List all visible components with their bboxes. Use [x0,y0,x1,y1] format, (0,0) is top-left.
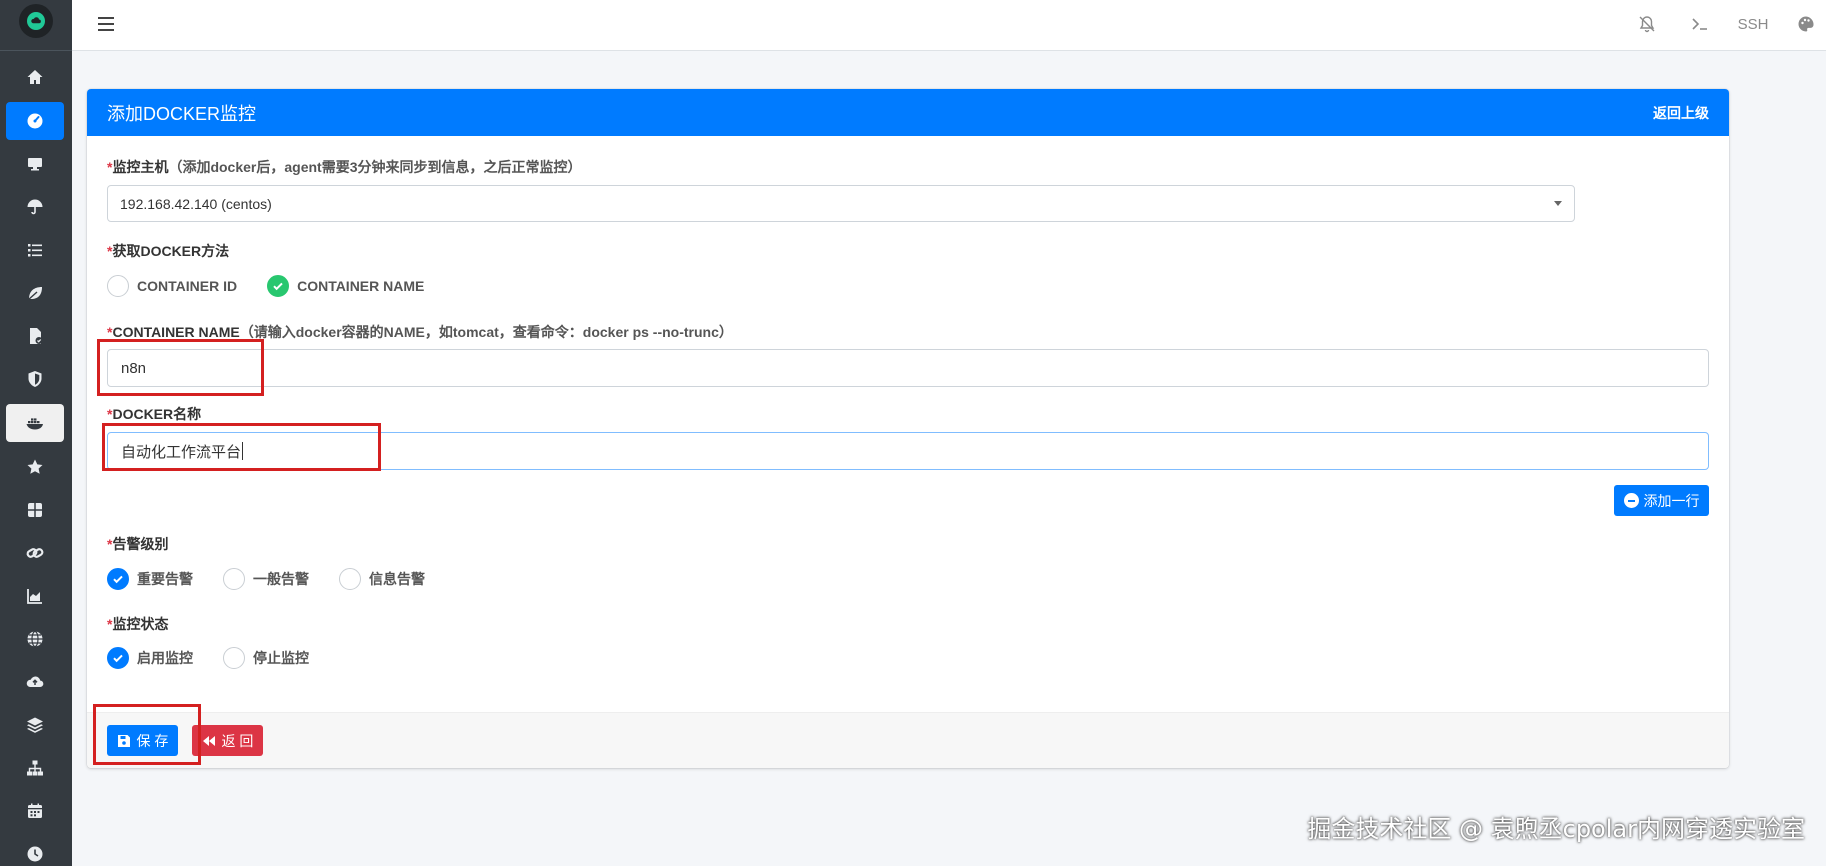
alert-level-radio-group: 重要告警 一般告警 信息告警 [107,568,455,590]
cloud-logo-icon[interactable] [19,4,53,38]
radio-info-alert[interactable]: 信息告警 [339,568,425,590]
method-label: *获取DOCKER方法 [107,243,230,259]
back-button[interactable]: 返 回 [192,725,263,756]
annotation-box-container-name [97,339,264,396]
monitor-status-label: *监控状态 [107,616,169,632]
check-icon [267,275,290,297]
terminal-icon[interactable] [1688,12,1712,36]
add-docker-card: 添加DOCKER监控 返回上级 *监控主机（添加docker后，agent需要3… [87,89,1729,768]
host-label: *监控主机（添加docker后，agent需要3分钟来同步到信息，之后正常监控） [107,159,582,175]
docker-icon [26,418,43,430]
file-check-icon [30,328,43,344]
card-title: 添加DOCKER监控 [107,103,257,124]
backward-icon [202,735,215,746]
topbar: SSH [72,0,1826,51]
sidebar-item-apps[interactable] [6,491,64,529]
radio-circle [339,568,361,590]
alert-level-label: *告警级别 [107,536,169,552]
dashboard-icon [27,113,43,129]
globe-icon [27,630,43,648]
sidebar-item-calendar[interactable] [6,792,64,830]
container-name-input[interactable]: n8n [107,349,1709,387]
ssh-link[interactable]: SSH [1736,12,1770,36]
annotation-box-save [93,704,201,765]
palette-icon[interactable] [1794,12,1818,36]
star-icon [27,459,43,474]
sidebar-item-tasks[interactable] [6,231,64,269]
add-row-button[interactable]: 添加一行 [1614,485,1709,516]
monitor-icon [28,158,42,171]
check-icon [107,647,129,669]
bell-off-icon[interactable] [1635,12,1659,36]
radio-circle [107,275,129,297]
sidebar-item-favorites[interactable] [6,448,64,486]
network-icon [27,760,43,776]
sidebar-item-links[interactable] [6,534,64,572]
sidebar-item-leaf[interactable] [6,274,64,312]
sidebar-item-upload[interactable] [6,663,64,701]
sidebar-item-dashboard[interactable] [6,102,64,140]
sidebar [0,0,72,866]
shield-icon [28,371,42,387]
radio-enable-monitor[interactable]: 启用监控 [107,647,193,669]
sidebar-item-network[interactable] [6,620,64,658]
sidebar-item-history[interactable] [6,835,64,866]
leaf-icon [27,287,42,301]
sidebar-item-docker[interactable] [6,404,64,442]
sidebar-item-security[interactable] [6,360,64,398]
watermark-text: 掘金技术社区 @ 袁煦丞cpolar内网穿透实验室 [1307,815,1805,843]
docker-name-label: *DOCKER名称 [107,406,202,422]
task-list-icon [28,244,42,257]
annotation-box-docker-name [102,423,381,471]
sidebar-item-files[interactable] [6,317,64,355]
sidebar-item-home[interactable] [6,58,64,96]
hamburger-menu-icon[interactable] [96,14,116,34]
radio-container-id[interactable]: CONTAINER ID [107,275,237,297]
radio-circle [223,568,245,590]
sidebar-item-topology[interactable] [6,749,64,787]
area-chart-icon [27,589,42,604]
card-header: 添加DOCKER监控 返回上级 [87,89,1729,136]
minus-circle-icon [1623,493,1639,508]
clock-icon [27,846,43,862]
link-icon [26,548,44,558]
sidebar-item-hosts[interactable] [6,145,64,183]
cloud-upload-icon [26,676,44,688]
radio-container-name[interactable]: CONTAINER NAME [267,275,424,297]
sidebar-item-layers[interactable] [6,706,64,744]
layers-icon [27,717,43,733]
card-footer [87,712,1729,768]
radio-circle [223,647,245,669]
home-icon [27,70,43,84]
chevron-down-icon [1554,201,1562,206]
sidebar-item-reports[interactable] [6,577,64,615]
method-radio-group: CONTAINER ID CONTAINER NAME [107,275,454,297]
monitor-status-radio-group: 启用监控 停止监控 [107,647,339,669]
radio-important-alert[interactable]: 重要告警 [107,568,193,590]
sidebar-divider [0,50,72,51]
back-up-link[interactable]: 返回上级 [1653,103,1709,123]
radio-stop-monitor[interactable]: 停止监控 [223,647,309,669]
host-select-value: 192.168.42.140 (centos) [120,195,272,212]
sidebar-item-alerts[interactable] [6,188,64,226]
calendar-icon [28,803,42,818]
host-select[interactable]: 192.168.42.140 (centos) [107,185,1575,222]
radio-general-alert[interactable]: 一般告警 [223,568,309,590]
umbrella-icon [27,199,43,215]
check-icon [107,568,129,590]
grid-icon [28,503,42,517]
